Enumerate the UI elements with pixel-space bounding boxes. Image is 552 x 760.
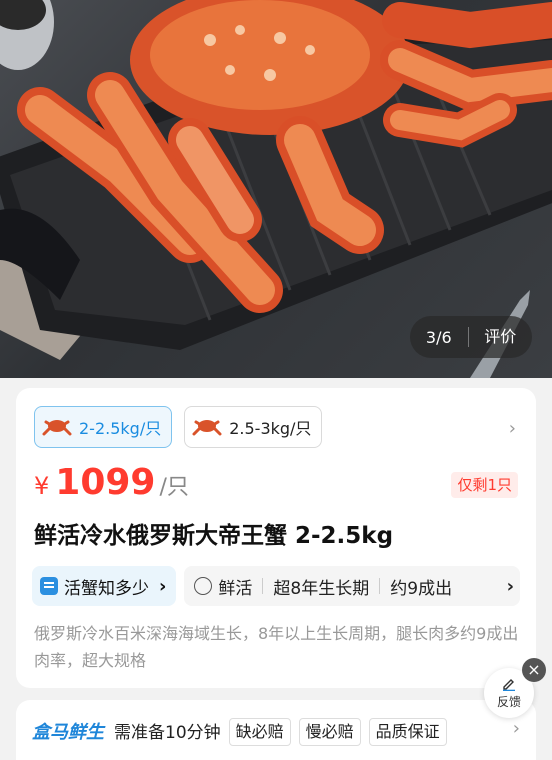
crab-thumb-icon <box>192 420 222 436</box>
currency-symbol: ¥ <box>34 472 50 500</box>
stock-badge: 仅剩1只 <box>451 472 518 498</box>
delivery-info[interactable]: 盒马鲜生 需准备10分钟 缺必赔 慢必赔 品质保证 › <box>16 700 536 760</box>
product-image-gallery[interactable]: 3/6 评价 <box>0 0 552 378</box>
spec-option-selected[interactable]: 2-2.5kg/只 <box>34 406 173 448</box>
close-icon[interactable]: × <box>522 658 546 682</box>
gallery-index: 3/6 <box>425 327 452 347</box>
knowledge-button[interactable]: 活蟹知多少 › <box>32 566 177 606</box>
product-description: 俄罗斯冷水百米深海海域生长，8年以上生长周期，腿长肉多约9成出肉率，超大规格 <box>34 624 519 670</box>
chevron-right-icon: › <box>512 718 520 739</box>
spec-label: 2.5-3kg/只 <box>229 419 312 438</box>
edit-icon <box>503 678 515 691</box>
reviews-link[interactable]: 评价 <box>467 327 532 347</box>
feature-tag: 超8年生长期 <box>273 578 370 599</box>
feature-tag: 鲜活 <box>218 578 253 599</box>
brand-logo: 盒马鲜生 <box>32 722 104 743</box>
divider <box>262 578 264 594</box>
tag-row: 活蟹知多少 › 鲜活 超8年生长期 约9成出 › <box>32 566 520 606</box>
drop-icon <box>194 577 213 595</box>
knowledge-label: 活蟹知多少 <box>64 578 149 599</box>
promise-badge: 慢必赔 <box>298 718 361 746</box>
chevron-right-icon: › <box>506 575 514 597</box>
spec-option[interactable]: 2.5-3kg/只 <box>184 406 323 448</box>
feedback-label: 反馈 <box>496 694 521 709</box>
crab-thumb-icon <box>42 420 72 436</box>
promise-badge: 缺必赔 <box>228 718 291 746</box>
price-unit: /只 <box>159 475 189 500</box>
price-amount: 1099 <box>55 462 156 503</box>
feature-tags[interactable]: 鲜活 超8年生长期 约9成出 › <box>184 566 520 606</box>
chevron-right-icon[interactable]: › <box>509 418 516 439</box>
product-info-card: 2-2.5kg/只 2.5-3kg/只 › ¥ 1099 /只 仅剩1只 鲜活冷… <box>16 388 536 688</box>
product-title: 鲜活冷水俄罗斯大帝王蟹 2-2.5kg <box>34 523 394 549</box>
prep-time: 需准备10分钟 <box>114 723 221 743</box>
info-card-icon <box>40 577 58 595</box>
spec-selector: 2-2.5kg/只 2.5-3kg/只 <box>34 406 323 448</box>
gallery-badge[interactable]: 3/6 评价 <box>410 316 532 358</box>
divider <box>379 578 381 594</box>
price: ¥ 1099 /只 <box>34 462 189 503</box>
feature-tag: 约9成出 <box>390 578 453 599</box>
promise-badge: 品质保证 <box>368 718 447 746</box>
spec-label: 2-2.5kg/只 <box>79 419 162 438</box>
chevron-right-icon: › <box>159 575 167 597</box>
